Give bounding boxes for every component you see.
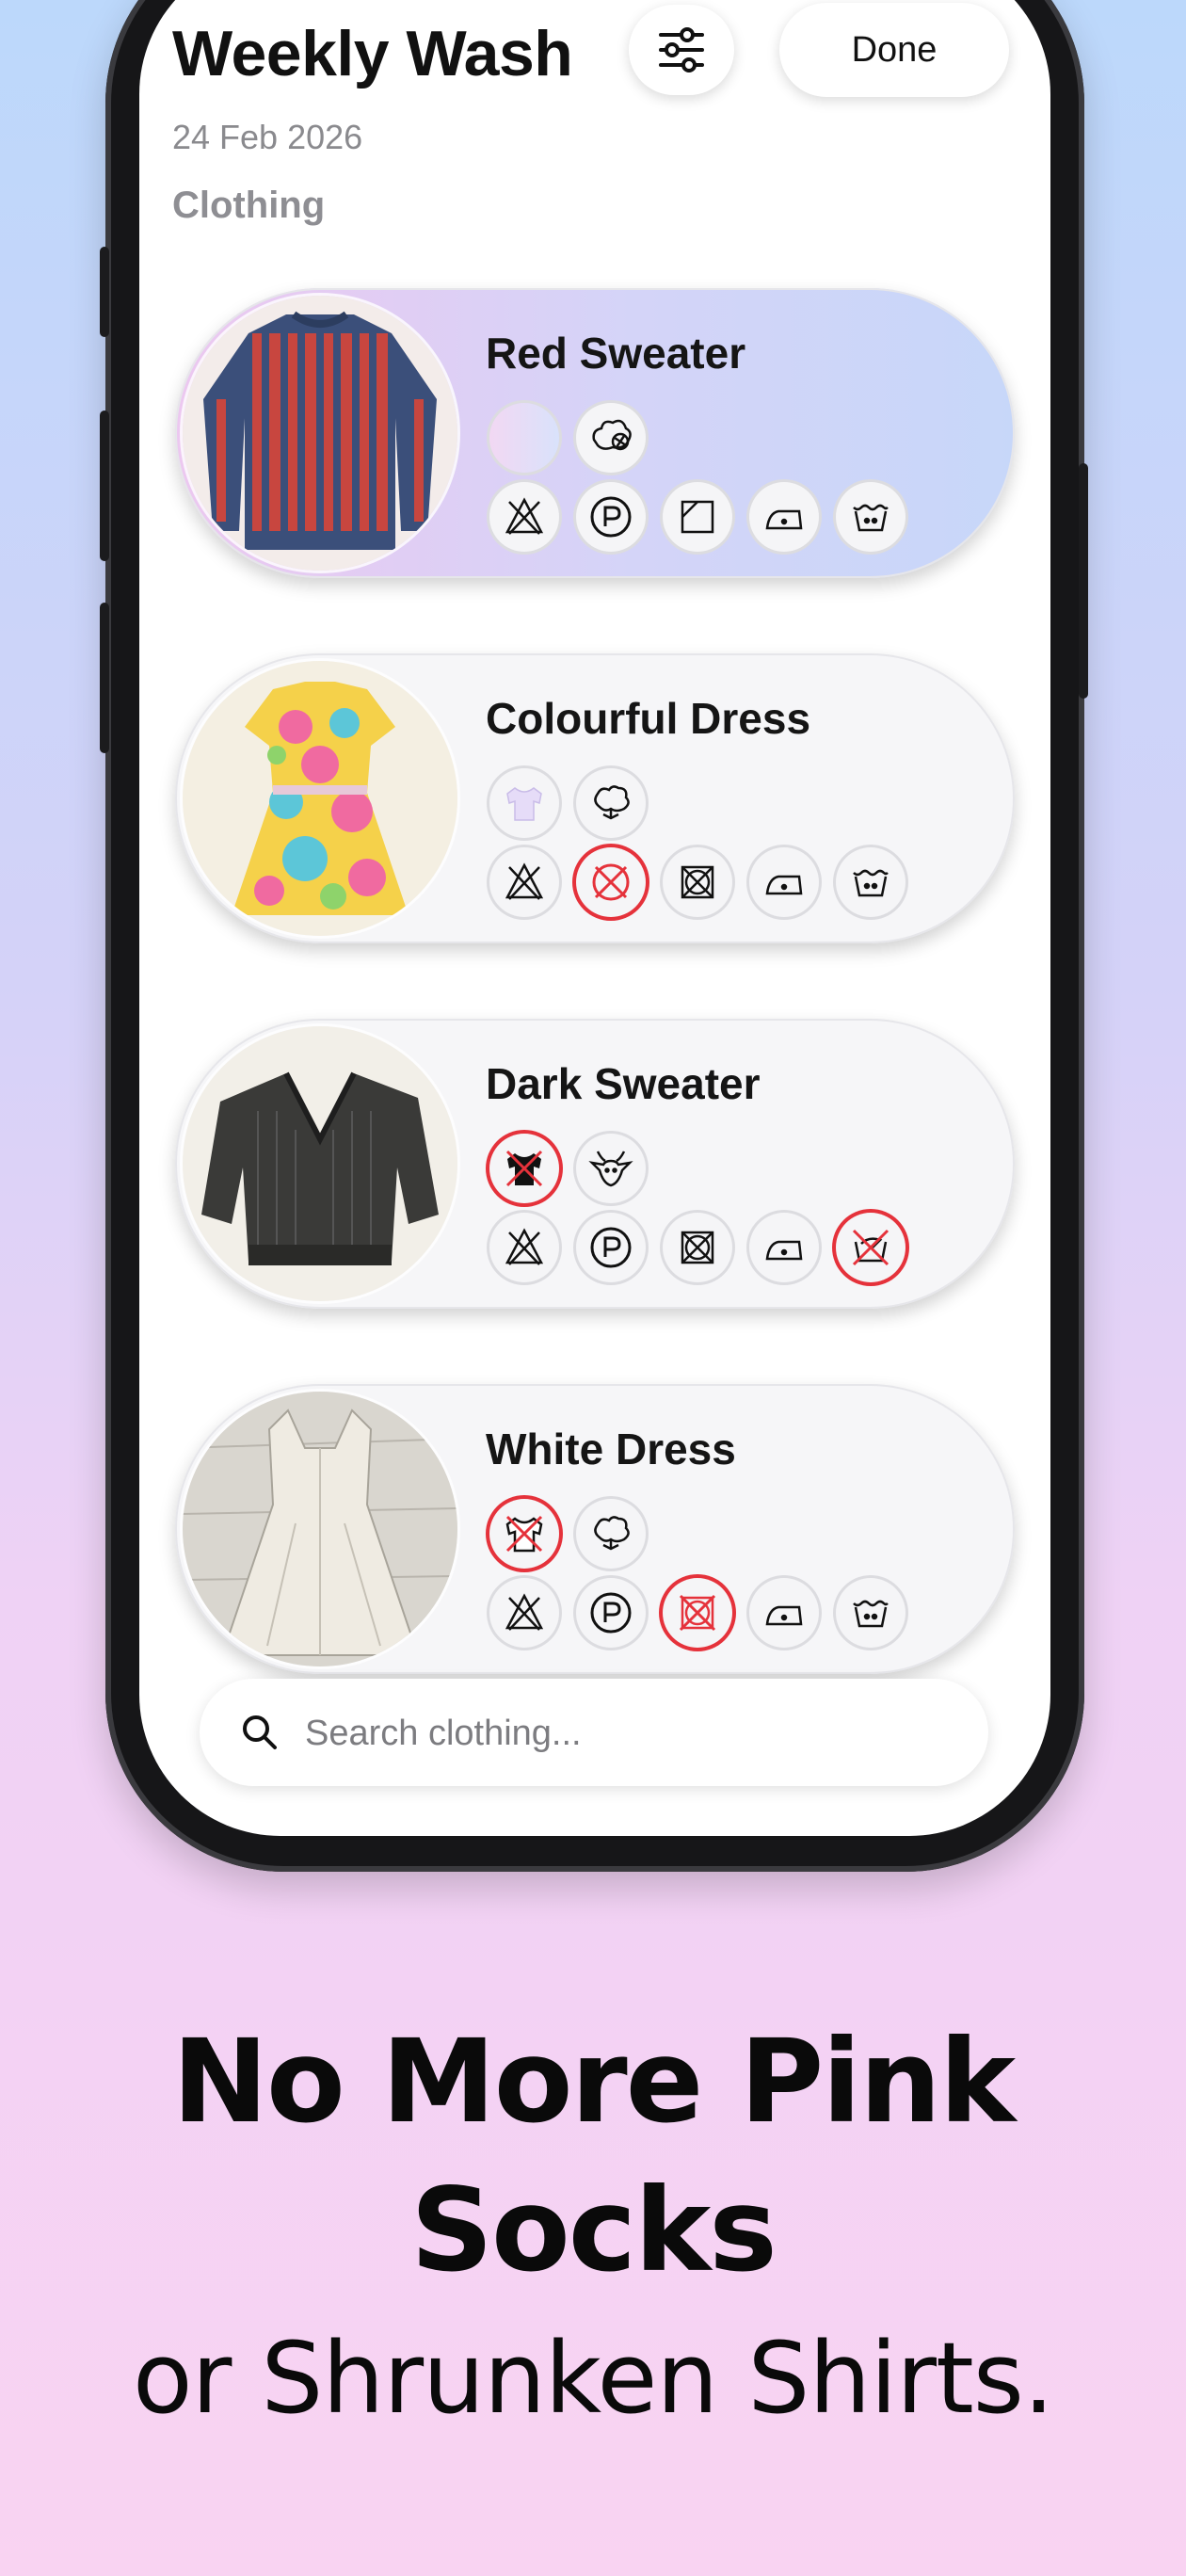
done-button[interactable]: Done <box>779 3 1009 97</box>
goat-icon <box>576 1134 646 1203</box>
clothing-card-colourful-dress[interactable]: Colourful Dress <box>175 653 1015 943</box>
search-bar[interactable] <box>200 1679 988 1786</box>
no-tumble-dry-icon <box>489 1578 559 1648</box>
search-icon <box>243 1715 277 1749</box>
no-dry-clean-icon <box>576 847 646 917</box>
no-tumble-dry-icon <box>489 482 559 552</box>
no-tumble-dry-square-icon <box>663 1578 732 1648</box>
wool-yarn-icon <box>576 403 646 473</box>
clothing-name: White Dress <box>486 1425 736 1473</box>
no-tumble-dry-square-icon <box>663 1213 732 1282</box>
clothing-name: Red Sweater <box>486 329 746 378</box>
tshirt-dark-icon <box>489 1134 559 1203</box>
dry-clean-p-icon <box>576 1578 646 1648</box>
filter-button[interactable] <box>629 5 734 95</box>
color-chip-light-icon <box>489 403 559 473</box>
clothing-photo <box>183 1392 457 1666</box>
iron-low-icon <box>749 1213 819 1282</box>
section-header: Clothing <box>172 185 326 226</box>
clothing-name: Dark Sweater <box>486 1059 761 1108</box>
cotton-icon <box>576 768 646 838</box>
headline-line-1: No More Pink <box>171 2015 1016 2149</box>
headline-line-2: Socks <box>410 2164 777 2297</box>
no-tumble-dry-square-icon <box>663 847 732 917</box>
subheadline: or Shrunken Shirts. <box>132 2321 1054 2436</box>
clothing-name: Colourful Dress <box>486 694 811 743</box>
phone-volume-up-button <box>100 411 109 561</box>
clothing-photo <box>183 661 457 936</box>
page-title: Weekly Wash <box>172 18 573 89</box>
dry-clean-p-icon <box>576 482 646 552</box>
drip-dry-icon <box>663 482 732 552</box>
tshirt-light-icon <box>489 768 559 838</box>
clothing-card-red-sweater[interactable]: Red Sweater <box>175 288 1015 578</box>
search-input[interactable] <box>303 1699 956 1767</box>
date-label: 24 Feb 2026 <box>172 118 363 156</box>
no-tumble-dry-icon <box>489 1213 559 1282</box>
clothing-photo <box>183 1026 457 1301</box>
app-screen: Weekly Wash Done 24 Feb 2026 Clothing Re… <box>139 0 1050 1836</box>
phone-side-button <box>100 247 109 337</box>
clothing-card-dark-sweater[interactable]: Dark Sweater <box>175 1019 1015 1309</box>
wash-30-icon <box>836 847 906 917</box>
iron-low-icon <box>749 482 819 552</box>
iron-low-icon <box>749 847 819 917</box>
dry-clean-p-icon <box>576 1213 646 1282</box>
clothing-card-white-dress[interactable]: White Dress <box>175 1384 1015 1674</box>
no-tumble-dry-icon <box>489 847 559 917</box>
phone-power-button <box>1079 463 1088 699</box>
hand-wash-icon <box>836 1213 906 1282</box>
wash-30-icon <box>836 1578 906 1648</box>
cotton-icon <box>576 1499 646 1569</box>
sliders-icon <box>659 27 704 72</box>
wash-30-icon <box>836 482 906 552</box>
clothing-photo <box>183 296 457 571</box>
phone-volume-down-button <box>100 603 109 753</box>
tshirt-white-icon <box>489 1499 559 1569</box>
iron-low-icon <box>749 1578 819 1648</box>
